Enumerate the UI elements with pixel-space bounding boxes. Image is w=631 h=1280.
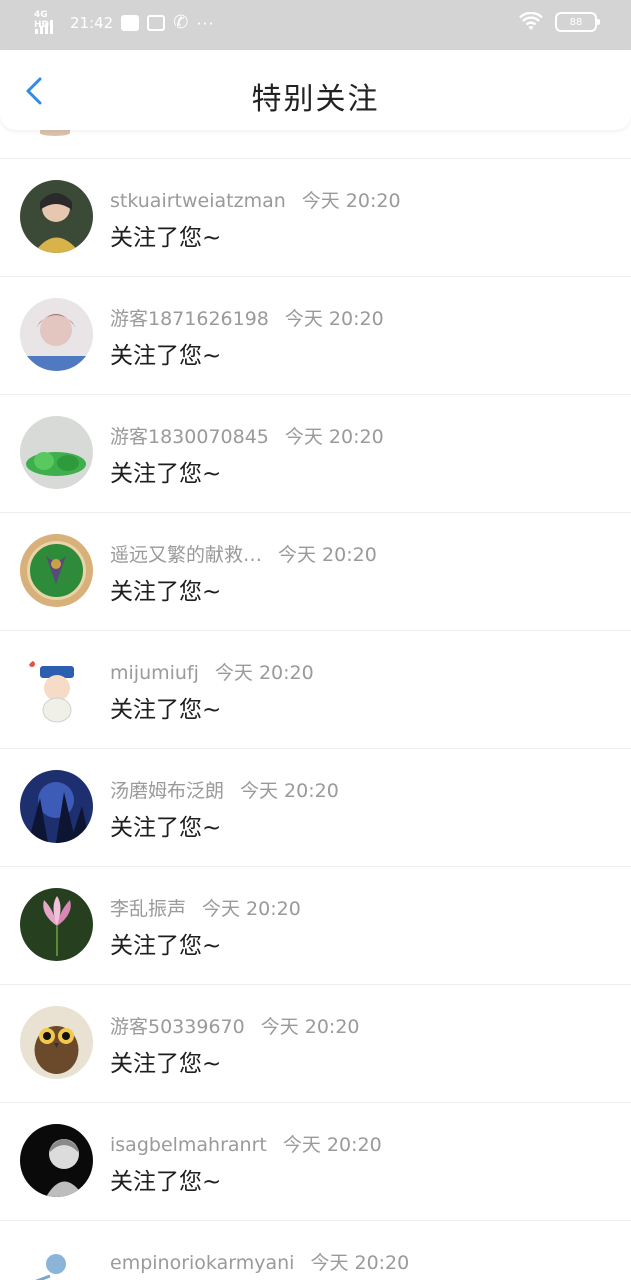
list-item[interactable]: isagbelmahranrt 今天 20:20 关注了您~ — [0, 1102, 631, 1220]
username[interactable]: 遥远又繁的献救… — [110, 544, 262, 566]
avatar[interactable] — [20, 1124, 93, 1197]
page-title: 特别关注 — [251, 82, 380, 117]
message-text: 关注了您~ — [110, 343, 222, 369]
battery-level: 88 — [569, 16, 583, 28]
list-item[interactable]: 游客50339670 今天 20:20 关注了您~ — [0, 984, 631, 1102]
username[interactable]: mijumiufj — [110, 662, 199, 684]
avatar[interactable] — [20, 1006, 93, 1079]
follow-notification-list: stkuairtweiatzman 今天 20:20 关注了您~ 游客187162… — [0, 158, 631, 1280]
list-item[interactable]: 汤磨姆布泛朗 今天 20:20 关注了您~ — [0, 748, 631, 866]
message-text: 关注了您~ — [110, 461, 222, 487]
timestamp: 今天 20:20 — [202, 898, 301, 920]
avatar[interactable] — [20, 416, 93, 489]
avatar[interactable] — [20, 1242, 93, 1280]
more-notifications-icon: ··· — [196, 13, 215, 33]
avatar[interactable] — [20, 652, 93, 725]
message-text: 关注了您~ — [110, 225, 222, 251]
avatar[interactable] — [20, 770, 93, 843]
wifi-icon — [519, 12, 543, 30]
nav-header: 特别关注 — [0, 50, 631, 130]
battery-icon: 88 — [555, 12, 600, 32]
list-item[interactable]: 游客1871626198 今天 20:20 关注了您~ — [0, 276, 631, 394]
timestamp: 今天 20:20 — [260, 1016, 360, 1038]
timestamp: 今天 20:20 — [240, 780, 339, 802]
timestamp: 今天 20:20 — [278, 544, 377, 566]
message-text: 关注了您~ — [110, 1169, 222, 1195]
list-item[interactable]: 李乱振声 今天 20:20 关注了您~ — [0, 866, 631, 984]
username[interactable]: stkuairtweiatzman — [110, 190, 286, 212]
message-text: 关注了您~ — [110, 815, 222, 841]
list-item[interactable]: empinoriokarmyani 今天 20:20 — [0, 1220, 631, 1280]
username[interactable]: 汤磨姆布泛朗 — [110, 780, 224, 802]
username[interactable]: 游客1871626198 — [110, 308, 269, 330]
username[interactable]: empinoriokarmyani — [110, 1252, 294, 1274]
avatar — [40, 130, 70, 136]
partial-list-item — [0, 130, 631, 158]
avatar[interactable] — [20, 298, 93, 371]
timestamp: 今天 20:20 — [214, 662, 314, 684]
list-item[interactable]: 遥远又繁的献救… 今天 20:20 关注了您~ — [0, 512, 631, 630]
message-text: 关注了您~ — [110, 933, 222, 959]
username[interactable]: 游客1830070845 — [110, 426, 269, 448]
message-text: 关注了您~ — [110, 579, 222, 605]
list-item[interactable]: 游客1830070845 今天 20:20 关注了您~ — [0, 394, 631, 512]
message-text: 关注了您~ — [110, 1051, 222, 1077]
username[interactable]: isagbelmahranrt — [110, 1134, 267, 1156]
signal-icon: 4G HD — [34, 10, 62, 34]
timestamp: 今天 20:20 — [284, 426, 384, 448]
app-notification-icon — [147, 15, 166, 31]
message-text: 关注了您~ — [110, 697, 222, 723]
username[interactable]: 游客50339670 — [110, 1016, 245, 1038]
avatar[interactable] — [20, 888, 93, 961]
avatar[interactable] — [20, 180, 93, 253]
message-icon — [121, 15, 140, 31]
timestamp: 今天 20:20 — [301, 190, 401, 212]
username[interactable]: 李乱振声 — [110, 898, 186, 920]
timestamp: 今天 20:20 — [282, 1134, 382, 1156]
list-item[interactable]: stkuairtweiatzman 今天 20:20 关注了您~ — [0, 158, 631, 276]
status-time: 21:42 — [70, 14, 114, 32]
avatar[interactable] — [20, 534, 93, 607]
timestamp: 今天 20:20 — [284, 308, 384, 330]
timestamp: 今天 20:20 — [310, 1252, 410, 1274]
missed-call-icon: ✆ — [173, 12, 189, 33]
status-bar: 4G HD 21:42 ✆ ··· 88 — [0, 0, 631, 50]
list-item[interactable]: mijumiufj 今天 20:20 关注了您~ — [0, 630, 631, 748]
